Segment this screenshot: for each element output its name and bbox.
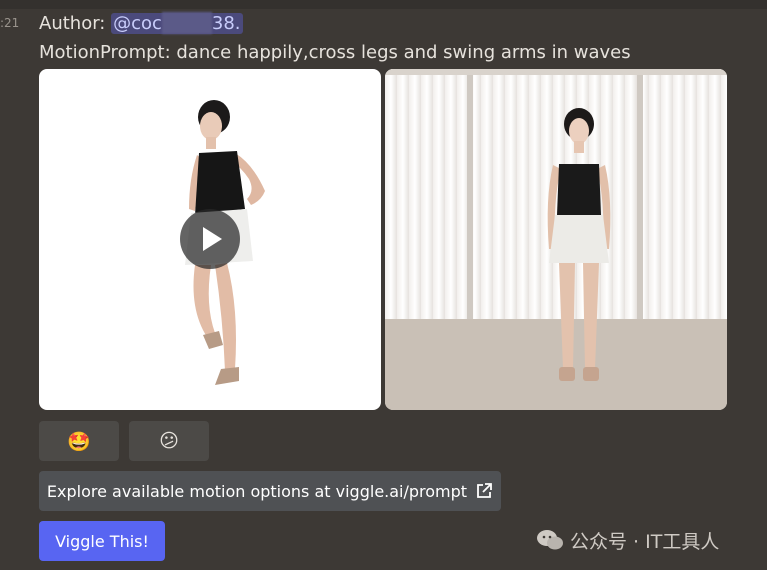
image-attachment[interactable] <box>385 69 727 410</box>
viggle-this-button[interactable]: Viggle This! <box>39 521 165 561</box>
reaction-star-struck[interactable]: 🤩 <box>39 421 119 461</box>
play-icon <box>203 227 222 251</box>
mention-end: 38. <box>211 13 241 34</box>
chat-message-view: :21 Author: @coc 38. MotionPrompt: dance … <box>0 0 767 570</box>
person-standing-image <box>385 69 727 381</box>
watermark: 公众号 · IT工具人 <box>536 527 719 553</box>
watermark-text: 公众号 · IT工具人 <box>570 530 720 553</box>
redaction-blur <box>161 12 212 34</box>
explore-motion-options-button[interactable]: Explore available motion options at vigg… <box>39 471 501 511</box>
mention-start: @coc <box>113 13 162 34</box>
author-line: Author: @coc 38. <box>39 12 243 36</box>
message-timestamp: :21 <box>0 16 20 30</box>
viggle-button-label: Viggle This! <box>55 531 149 551</box>
author-prefix: Author: <box>39 13 112 34</box>
video-attachment[interactable] <box>39 69 381 410</box>
play-button[interactable] <box>180 209 240 269</box>
previous-message-edge <box>0 0 767 9</box>
reaction-confused[interactable]: 😕 <box>129 421 209 461</box>
explore-button-label: Explore available motion options at vigg… <box>46 481 468 501</box>
wechat-icon <box>537 530 563 550</box>
motion-prompt-text: MotionPrompt: dance happily,cross legs a… <box>39 42 631 63</box>
confused-emoji-icon: 😕 <box>159 430 179 452</box>
user-mention[interactable]: @coc 38. <box>111 12 243 34</box>
star-struck-emoji-icon: 🤩 <box>67 430 91 453</box>
external-link-icon <box>477 483 492 498</box>
